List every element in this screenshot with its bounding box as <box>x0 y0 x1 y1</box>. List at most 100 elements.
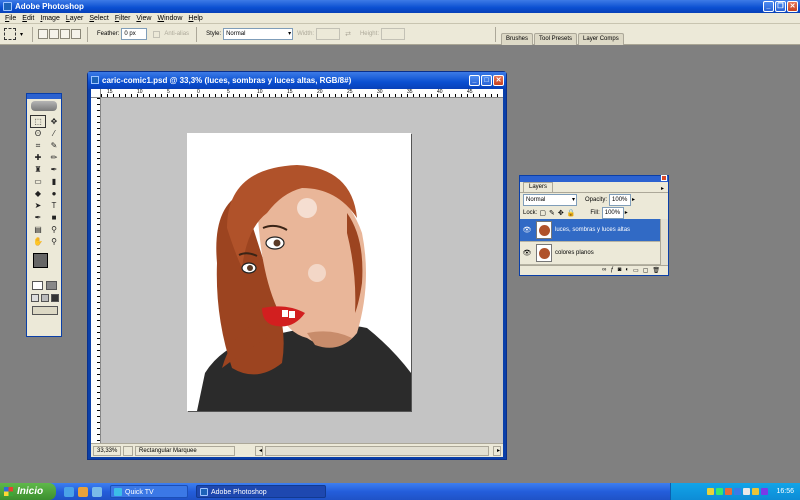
adjustment-layer-icon[interactable]: ◐ <box>625 267 629 273</box>
preset-dropdown-arrow-icon[interactable]: ▾ <box>20 31 23 38</box>
magic-wand-icon[interactable]: ⁄ <box>47 128 61 139</box>
path-selection-icon[interactable]: ➤ <box>31 200 45 211</box>
add-to-selection-icon[interactable] <box>49 29 60 39</box>
ie-icon[interactable] <box>64 486 74 497</box>
palette-well-tab-brushes[interactable]: Brushes <box>500 32 533 45</box>
image-canvas[interactable] <box>187 133 411 411</box>
task-adobe-photoshop[interactable]: Adobe Photoshop <box>196 485 326 498</box>
menu-edit[interactable]: Edit <box>19 15 37 22</box>
fill-input[interactable]: 100% <box>601 206 624 219</box>
doc-minimize-button[interactable]: _ <box>469 75 480 86</box>
new-selection-icon[interactable] <box>38 29 49 39</box>
rectangle-tool-icon[interactable]: ■ <box>47 212 61 223</box>
clone-stamp-icon[interactable]: ♜ <box>31 164 45 175</box>
eye-icon[interactable]: 👁 <box>520 249 534 257</box>
blur-tool-icon[interactable]: ◆ <box>31 188 45 199</box>
toolbox-header[interactable] <box>27 94 61 99</box>
full-screen-menu-icon[interactable] <box>41 294 49 302</box>
scroll-left-arrow[interactable]: ◂ <box>255 445 263 456</box>
intersect-selection-icon[interactable] <box>71 29 82 39</box>
healing-brush-icon[interactable]: ✚ <box>31 152 45 163</box>
tray-icon[interactable] <box>707 488 715 495</box>
restore-button[interactable]: ❐ <box>775 1 786 12</box>
tray-icon[interactable] <box>734 488 742 495</box>
height-input[interactable] <box>380 28 405 40</box>
layer-row[interactable]: 👁 colores planos <box>520 242 660 265</box>
link-icon[interactable]: ∞ <box>602 267 606 273</box>
dodge-tool-icon[interactable]: ● <box>47 188 61 199</box>
fill-slider-icon[interactable]: ▸ <box>625 209 628 216</box>
width-input[interactable] <box>316 28 341 40</box>
tray-icon[interactable] <box>725 488 733 495</box>
lock-icons[interactable]: ▢✎✥🔒 <box>539 209 578 217</box>
eye-icon[interactable]: 👁 <box>520 226 534 234</box>
menu-view[interactable]: View <box>133 15 154 22</box>
blend-mode-select[interactable]: Normal ▾ <box>523 193 577 206</box>
status-menu-icon[interactable] <box>123 445 133 456</box>
menu-layer[interactable]: Layer <box>63 15 87 22</box>
full-screen-icon[interactable] <box>51 294 59 302</box>
move-tool-icon[interactable]: ✥ <box>47 116 61 127</box>
network-icon[interactable] <box>752 488 760 495</box>
layers-palette-header[interactable] <box>520 175 668 182</box>
pen-tool-icon[interactable]: ✒ <box>31 212 45 223</box>
antialias-checkbox[interactable] <box>153 30 161 38</box>
style-select[interactable]: Normal ▾ <box>223 28 294 40</box>
menu-help[interactable]: Help <box>185 15 205 22</box>
eraser-tool-icon[interactable]: ▭ <box>31 176 45 187</box>
gradient-tool-icon[interactable]: ▮ <box>47 176 61 187</box>
vertical-ruler[interactable] <box>91 98 101 443</box>
type-tool-icon[interactable]: T <box>47 200 61 211</box>
notes-tool-icon[interactable]: ▤ <box>31 224 45 235</box>
document-title-bar[interactable]: caric-comic1.psd @ 33,3% (luces, sombras… <box>88 72 506 89</box>
task-quick-tv[interactable]: Quick TV <box>110 485 188 498</box>
palette-close-icon[interactable] <box>661 175 667 181</box>
crop-tool-icon[interactable]: ⌗ <box>31 140 45 151</box>
layer-mask-icon[interactable]: ◙ <box>618 267 622 273</box>
slice-tool-icon[interactable]: ✎ <box>47 140 61 151</box>
standard-screen-icon[interactable] <box>31 294 39 302</box>
menu-filter[interactable]: Filter <box>112 15 134 22</box>
foreground-color-swatch[interactable] <box>33 253 48 268</box>
opacity-slider-icon[interactable]: ▸ <box>632 196 635 203</box>
quick-mask-icon[interactable] <box>46 281 57 290</box>
new-group-icon[interactable]: ▭ <box>633 267 639 274</box>
rectangular-marquee-icon[interactable]: ⬚ <box>30 115 46 128</box>
menu-file[interactable]: File <box>2 15 19 22</box>
menu-image[interactable]: Image <box>37 15 62 22</box>
layer-style-icon[interactable]: ƒ <box>610 267 613 273</box>
subtract-selection-icon[interactable] <box>60 29 71 39</box>
lasso-tool-icon[interactable]: ʘ <box>31 128 45 139</box>
scroll-right-arrow[interactable]: ▸ <box>493 445 501 456</box>
zoom-tool-icon[interactable]: ⚲ <box>47 236 61 247</box>
layers-scrollbar[interactable] <box>660 219 668 265</box>
menu-select[interactable]: Select <box>86 15 111 22</box>
doc-maximize-button[interactable]: □ <box>481 75 492 86</box>
minimize-button[interactable]: _ <box>763 1 774 12</box>
palette-well-tab-tool-presets[interactable]: Tool Presets <box>534 32 578 45</box>
horizontal-ruler[interactable]: 15 10 5 0 5 10 15 20 25 30 35 40 45 <box>101 89 503 98</box>
marquee-tool-preset-icon[interactable] <box>4 28 16 40</box>
menu-window[interactable]: Window <box>154 15 185 22</box>
mediaplayer-icon[interactable] <box>78 486 88 497</box>
desktop-icon[interactable] <box>92 486 102 497</box>
tab-layers[interactable]: Layers <box>523 182 554 192</box>
swap-icon[interactable]: ⇄ <box>345 30 351 38</box>
start-button[interactable]: Inicio <box>0 483 56 500</box>
hand-tool-icon[interactable]: ✋ <box>31 236 45 247</box>
close-button[interactable]: ✕ <box>787 1 798 12</box>
tray-icon[interactable] <box>716 488 724 495</box>
layer-row[interactable]: 👁 luces, sombras y luces altas <box>520 219 660 242</box>
zoom-field[interactable]: 33,33% <box>93 445 121 456</box>
jump-to-imageready-icon[interactable] <box>32 306 58 315</box>
trash-icon[interactable]: 🗑 <box>652 267 660 274</box>
tray-icon[interactable] <box>761 488 769 495</box>
opacity-input[interactable]: 100% <box>609 193 632 206</box>
palette-menu-icon[interactable]: ▸ <box>661 185 664 192</box>
ruler-origin[interactable] <box>91 89 101 98</box>
eyedropper-icon[interactable]: ⚲ <box>47 224 61 235</box>
clock[interactable]: 16:56 <box>776 488 794 495</box>
standard-mode-icon[interactable] <box>32 281 43 290</box>
feather-input[interactable]: 0 px <box>121 28 148 40</box>
history-brush-icon[interactable]: ✒ <box>47 164 61 175</box>
